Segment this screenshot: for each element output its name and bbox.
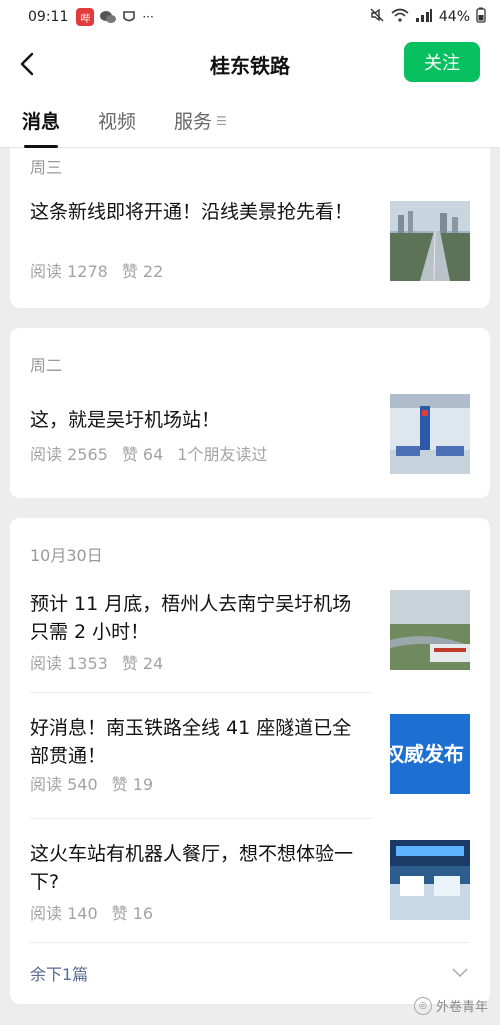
signal-icon xyxy=(415,8,433,26)
article-thumbnail xyxy=(390,840,470,920)
article-item[interactable]: 这火车站有机器人餐厅，想不想体验一下? 阅读 140 赞 16 xyxy=(30,840,470,924)
status-right: 44% xyxy=(369,7,486,27)
like-count: 赞 64 xyxy=(121,445,164,464)
wechat-icon xyxy=(100,10,117,24)
read-count: 阅读 2565 xyxy=(30,445,108,464)
back-arrow-icon xyxy=(20,52,34,76)
group-date: 周二 xyxy=(30,356,63,375)
tab-bar: 消息 视频 服务 ☰ xyxy=(0,94,500,148)
page-title: 桂东铁路 xyxy=(210,53,290,78)
chevron-down-icon xyxy=(452,968,468,978)
article-title: 预计 11 月底，梧州人去南宁吴圩机场只需 2 小时！ xyxy=(30,593,352,643)
article-thumbnail: 权威发布 xyxy=(390,714,470,794)
article-thumbnail xyxy=(390,201,470,281)
wifi-icon xyxy=(391,8,409,26)
tab-messages-label: 消息 xyxy=(22,111,61,133)
article-meta: 阅读 540 赞 19 xyxy=(30,771,167,795)
mute-icon xyxy=(369,7,385,27)
watermark: ◎ 外卷青年 xyxy=(413,996,488,1015)
follow-button[interactable]: 关注 xyxy=(404,42,480,82)
tab-services[interactable]: 服务 ☰ xyxy=(174,94,227,148)
status-time: 09:11 xyxy=(28,9,69,25)
header-bar: 桂东铁路 关注 xyxy=(0,34,500,94)
article-item[interactable]: 好消息！南玉铁路全线 41 座隧道已全部贯通！ 阅读 540 赞 19 权威发布 xyxy=(30,714,470,798)
battery-percent: 44% xyxy=(438,9,470,25)
read-count: 阅读 140 xyxy=(30,904,98,923)
like-count: 赞 22 xyxy=(121,262,164,281)
tab-videos[interactable]: 视频 xyxy=(98,94,136,148)
shield-icon xyxy=(122,10,136,24)
back-button[interactable] xyxy=(12,46,42,82)
article-thumbnail xyxy=(390,590,470,670)
divider xyxy=(30,692,372,693)
article-thumbnail xyxy=(390,394,470,474)
tab-videos-label: 视频 xyxy=(98,111,137,133)
more-notifications-icon: ··· xyxy=(142,10,154,24)
show-more-row[interactable]: 余下1篇 xyxy=(30,950,470,996)
watermark-text: 外卷青年 xyxy=(435,1000,488,1015)
article-title: 这，就是吴圩机场站！ xyxy=(30,409,221,431)
group-date: 10月30日 xyxy=(30,546,103,565)
like-count: 赞 19 xyxy=(111,775,154,794)
read-count: 阅读 540 xyxy=(30,775,98,794)
battery-icon xyxy=(476,7,486,27)
menu-lines-icon: ☰ xyxy=(216,113,227,128)
remaining-articles-label: 余下1篇 xyxy=(30,965,89,984)
message-group-card: 周二 这，就是吴圩机场站！ 阅读 2565 赞 64 1个朋友读过 xyxy=(10,328,490,498)
article-title: 好消息！南玉铁路全线 41 座隧道已全部贯通！ xyxy=(30,717,352,767)
tab-services-label: 服务 xyxy=(174,111,213,133)
read-count: 阅读 1278 xyxy=(30,262,108,281)
group-date: 周三 xyxy=(30,158,63,177)
divider xyxy=(30,942,470,943)
like-count: 赞 16 xyxy=(111,904,154,923)
message-group-card: 10月30日 预计 11 月底，梧州人去南宁吴圩机场只需 2 小时！ 阅读 13… xyxy=(10,518,490,1004)
article-meta: 阅读 1278 赞 22 xyxy=(30,258,177,282)
article-meta: 阅读 1353 赞 24 xyxy=(30,650,177,674)
app-notification-icon: 哔 xyxy=(76,8,95,26)
tab-messages[interactable]: 消息 xyxy=(22,94,60,148)
divider xyxy=(30,818,372,819)
article-meta: 阅读 140 赞 16 xyxy=(30,900,167,924)
thumbnail-caption: 权威发布 xyxy=(390,742,464,766)
article-item[interactable]: 这，就是吴圩机场站！ 阅读 2565 赞 64 1个朋友读过 xyxy=(30,394,470,476)
article-item[interactable]: 预计 11 月底，梧州人去南宁吴圩机场只需 2 小时！ 阅读 1353 赞 24 xyxy=(30,590,470,674)
article-meta: 阅读 2565 赞 64 1个朋友读过 xyxy=(30,441,281,465)
article-title: 这火车站有机器人餐厅，想不想体验一下? xyxy=(30,843,354,893)
like-count: 赞 24 xyxy=(121,654,164,673)
article-title: 这条新线即将开通！沿线美景抢先看！ xyxy=(30,201,354,223)
message-group-card: 周三 这条新线即将开通！沿线美景抢先看！ 阅读 1278 赞 22 xyxy=(10,148,490,308)
friends-read: 1个朋友读过 xyxy=(177,445,268,464)
read-count: 阅读 1353 xyxy=(30,654,108,673)
article-item[interactable]: 这条新线即将开通！沿线美景抢先看！ 阅读 1278 赞 22 xyxy=(30,198,470,284)
wechat-watermark-icon: ◎ xyxy=(413,996,432,1015)
status-bar: 09:11 哔 ··· 44% xyxy=(0,0,500,34)
